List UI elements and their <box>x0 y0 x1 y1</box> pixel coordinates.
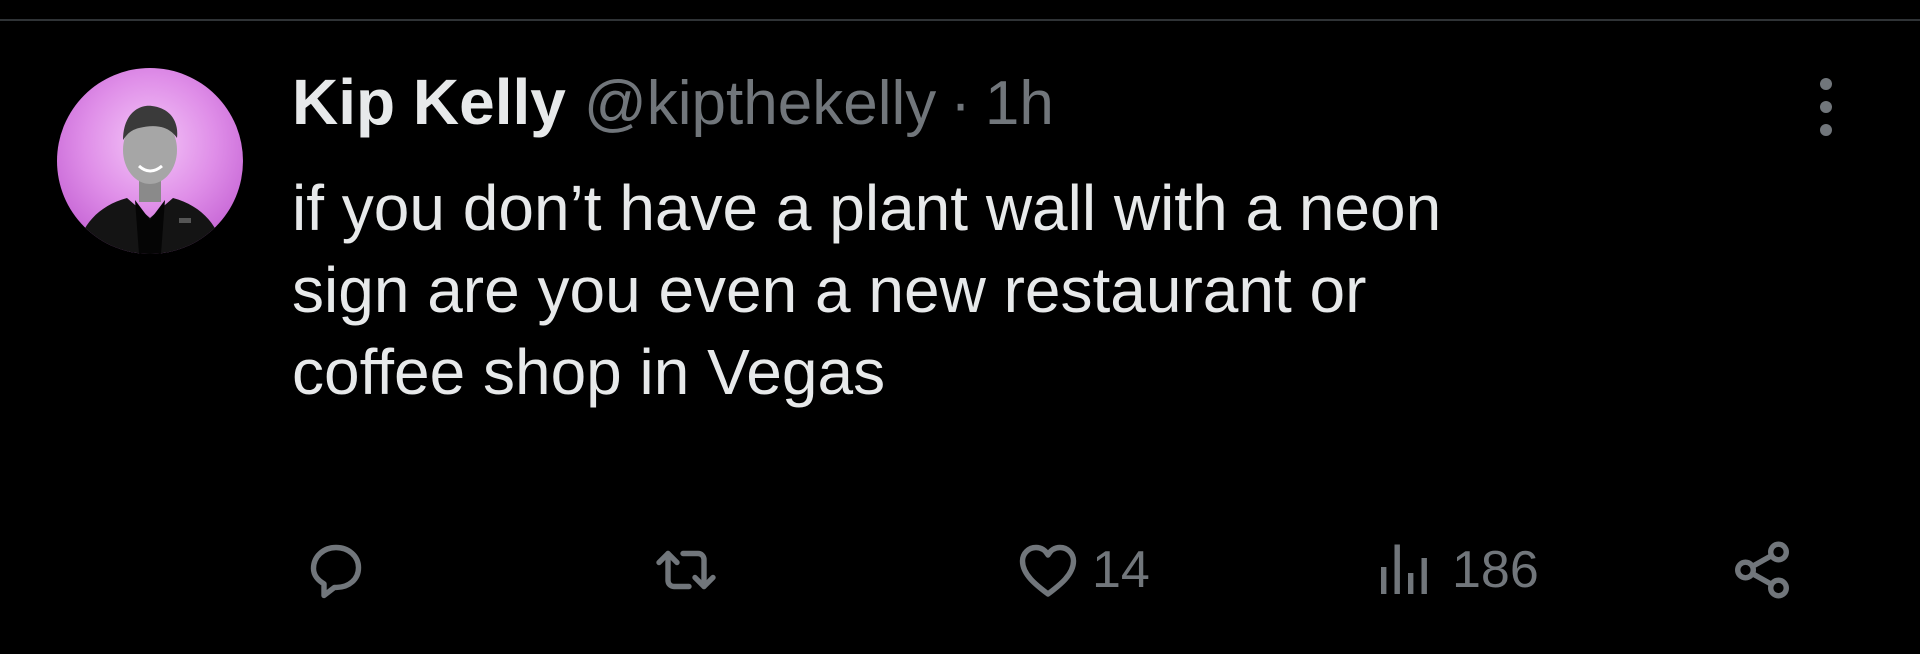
avatar-portrait <box>77 105 223 254</box>
share-icon <box>1726 534 1798 606</box>
separator-dot: · <box>950 69 971 138</box>
views-icon <box>1372 534 1444 606</box>
views-button[interactable]: 186 <box>1372 530 1539 610</box>
author-handle[interactable]: @kipthekelly <box>584 64 936 144</box>
tweet-page: Kip Kelly @kipthekelly · 1h if you don’t… <box>0 0 1920 654</box>
avatar[interactable] <box>57 68 243 254</box>
author-name[interactable]: Kip Kelly <box>292 62 566 142</box>
like-button[interactable]: 14 <box>1012 530 1150 610</box>
more-dot-icon <box>1820 124 1832 136</box>
retweet-icon <box>650 534 722 606</box>
like-count: 14 <box>1092 541 1150 599</box>
tweet-text: if you don’t have a plant wall with a ne… <box>292 172 1442 408</box>
tweet-header: Kip Kelly @kipthekelly · 1h <box>292 62 1054 152</box>
more-dot-icon <box>1820 101 1832 113</box>
heart-icon <box>1012 534 1084 606</box>
views-count: 186 <box>1452 541 1539 599</box>
retweet-button[interactable] <box>650 530 722 610</box>
action-bar: 14 186 <box>0 530 1920 610</box>
reply-icon <box>300 534 372 606</box>
more-dot-icon <box>1820 78 1832 90</box>
reply-button[interactable] <box>300 530 372 610</box>
share-button[interactable] <box>1726 530 1798 610</box>
more-options-button[interactable] <box>1804 74 1848 140</box>
divider <box>0 19 1920 21</box>
timestamp[interactable]: 1h <box>985 64 1054 144</box>
